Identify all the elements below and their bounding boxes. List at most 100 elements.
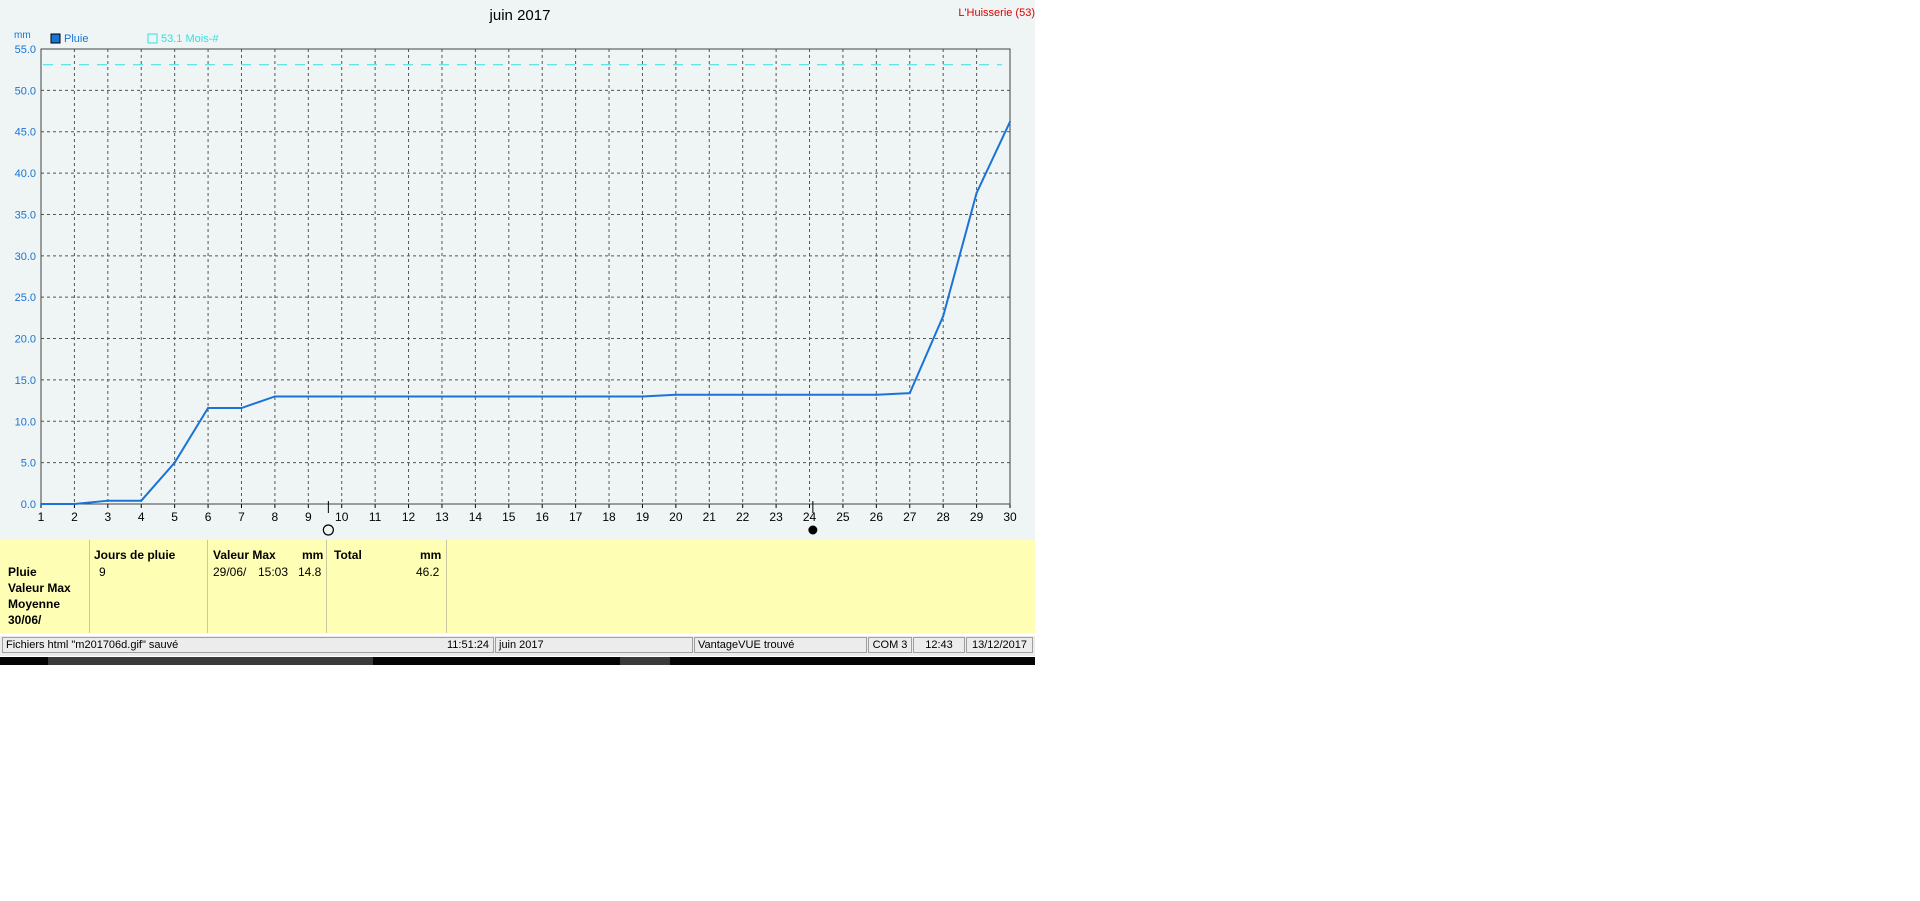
x-tick-label: 11	[369, 510, 382, 524]
data-point-rain	[440, 395, 443, 398]
legend-label-rain: Pluie	[64, 33, 88, 45]
rain-chart: 1 2 3 4 5 6 7 8 9 10 11 12 13 14 15 16 17 18 19 20 21 22 23 24 2…	[14, 7, 1035, 536]
y-tick-label: 15.0	[15, 375, 36, 387]
x-tick-label: 30	[1003, 510, 1017, 524]
data-point-rain	[608, 395, 611, 398]
data-point-rain	[507, 395, 510, 398]
data-point-rain	[975, 191, 978, 194]
max-unit: mm	[302, 548, 324, 562]
status-message-text: Fichiers html "m201706d.gif" sauvé	[6, 639, 179, 651]
data-point-rain	[942, 315, 945, 318]
y-tick-label: 35.0	[15, 209, 36, 221]
x-tick-label: 1	[38, 510, 45, 524]
data-point-rain	[140, 499, 143, 502]
x-tick-label: 12	[402, 510, 416, 524]
stats-col-max: Valeur Max mm 29/06/ 15:03 14.8	[208, 540, 327, 633]
row-label-rain: Pluie	[8, 565, 37, 579]
data-point-rain	[207, 407, 210, 410]
stats-row-labels: Pluie Valeur Max Moyenne 30/06/	[0, 540, 90, 633]
status-clock: 12:43	[913, 637, 965, 653]
x-tick-label: 9	[305, 510, 312, 524]
y-tick-label: 25.0	[15, 292, 36, 304]
rain-days-header: Jours de pluie	[94, 548, 176, 562]
row-label-average: Moyenne	[8, 597, 61, 611]
y-tick-label: 45.0	[15, 127, 36, 139]
data-point-rain	[73, 503, 76, 505]
row-label-max: Valeur Max	[8, 581, 71, 595]
taskbar-item[interactable]	[620, 657, 670, 665]
x-tick-label: 17	[569, 510, 583, 524]
total-header: Total	[334, 548, 362, 562]
rain-days-value: 9	[99, 565, 106, 579]
data-point-rain	[340, 395, 343, 398]
data-point-rain	[240, 407, 243, 410]
chart-area: 1 2 3 4 5 6 7 8 9 10 11 12 13 14 15 16 17 18 19 20 21 22 23 24 2…	[0, 0, 1035, 540]
x-tick-label: 20	[669, 510, 683, 524]
status-device: VantageVUE trouvé	[694, 637, 867, 653]
x-tick-label: 15	[502, 510, 516, 524]
max-time: 15:03	[258, 565, 289, 579]
x-tick-label: 19	[636, 510, 650, 524]
x-tick-label: 4	[138, 510, 145, 524]
max-value: 14.8	[298, 565, 322, 579]
chart-title: juin 2017	[489, 7, 551, 24]
data-point-rain	[173, 461, 176, 464]
x-tick-label: 8	[272, 510, 279, 524]
x-tick-label: 14	[469, 510, 483, 524]
data-point-rain	[474, 395, 477, 398]
x-tick-label: 2	[71, 510, 78, 524]
x-tick-label: 27	[903, 510, 917, 524]
data-point-rain	[1009, 120, 1011, 123]
y-tick-label: 30.0	[15, 251, 36, 263]
x-tick-label: 23	[769, 510, 783, 524]
data-point-rain	[875, 393, 878, 396]
x-tick-label: 24	[803, 510, 817, 524]
legend-label-average: 53.1 Mois-#	[161, 33, 219, 45]
new-moon-icon	[322, 524, 334, 536]
x-tick-label: 22	[736, 510, 750, 524]
x-tick-label: 16	[536, 510, 550, 524]
y-tick-label: 40.0	[15, 168, 36, 180]
weather-app-window: 1 2 3 4 5 6 7 8 9 10 11 12 13 14 15 16 17 18 19 20 21 22 23 24 2…	[0, 0, 1035, 667]
data-point-rain	[741, 393, 744, 396]
row-label-date: 30/06/	[8, 613, 42, 627]
x-tick-label: 3	[104, 510, 111, 524]
data-point-rain	[808, 393, 811, 396]
status-message: Fichiers html "m201706d.gif" sauvé 11:51…	[2, 637, 494, 653]
x-tick-label: 13	[435, 510, 449, 524]
total-value: 46.2	[416, 565, 440, 579]
stats-col-rain-days: Jours de pluie 9	[89, 540, 208, 633]
x-tick-label: 26	[870, 510, 884, 524]
x-tick-label: 6	[205, 510, 212, 524]
x-tick-label: 5	[171, 510, 178, 524]
y-axis-unit-label: mm	[14, 30, 31, 41]
max-header: Valeur Max	[213, 548, 276, 562]
x-tick-label: 25	[836, 510, 850, 524]
status-port: COM 3	[868, 637, 912, 653]
x-tick-label: 18	[602, 510, 616, 524]
x-tick-label: 7	[238, 510, 245, 524]
data-point-rain	[775, 393, 778, 396]
data-point-rain	[841, 393, 844, 396]
data-point-rain	[40, 503, 42, 505]
y-tick-label: 5.0	[21, 458, 36, 470]
taskbar-item[interactable]	[48, 657, 373, 665]
plot-background	[41, 49, 1010, 504]
data-point-rain	[641, 395, 644, 398]
data-point-rain	[407, 395, 410, 398]
data-point-rain	[708, 393, 711, 396]
y-tick-label: 0.0	[21, 499, 36, 511]
status-date: 13/12/2017	[966, 637, 1033, 653]
total-unit: mm	[420, 548, 442, 562]
max-date: 29/06/	[213, 565, 247, 579]
legend-swatch-rain[interactable]	[50, 33, 61, 44]
y-tick-label: 20.0	[15, 334, 36, 346]
station-label: L'Huisserie (53)	[958, 7, 1035, 19]
x-tick-label: 28	[936, 510, 950, 524]
x-tick-label: 29	[970, 510, 984, 524]
data-point-rain	[307, 395, 310, 398]
data-point-rain	[106, 499, 109, 502]
stats-col-total: Total mm 46.2	[327, 540, 447, 633]
data-point-rain	[374, 395, 377, 398]
legend-swatch-average[interactable]	[147, 33, 158, 44]
